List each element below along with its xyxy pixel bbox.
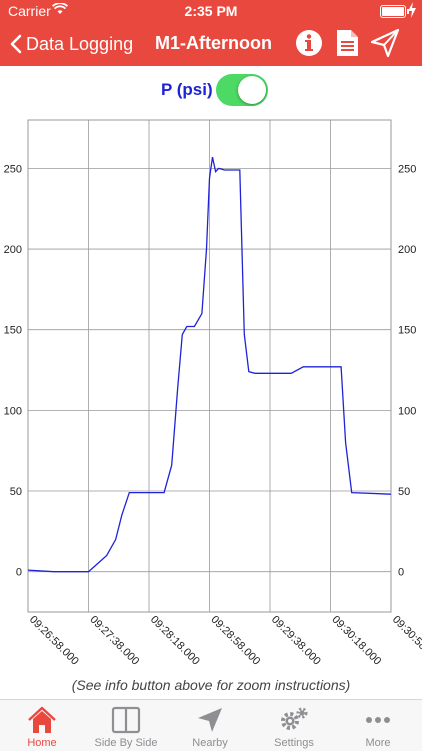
y-axis-right: 0 50 100 150 200 250 — [398, 163, 416, 578]
tab-settings[interactable]: Settings — [252, 700, 336, 751]
x-tick-label: 09:28:18.000 — [148, 614, 202, 668]
x-tick-label: 09:27:38.000 — [87, 614, 141, 668]
status-time: 2:35 PM — [184, 3, 238, 19]
x-tick-label: 09:30:58.000 — [390, 614, 422, 668]
back-button-label: Data Logging — [26, 33, 134, 54]
y-tick-label-right: 150 — [398, 325, 416, 337]
x-tick-label: 09:30:18.000 — [329, 614, 383, 668]
y-tick-label-left: 200 — [4, 244, 22, 256]
zoom-hint-text: (See info button above for zoom instruct… — [71, 677, 351, 693]
tab-home-label: Home — [27, 737, 57, 749]
series-toggle-switch[interactable] — [216, 74, 268, 106]
tab-home[interactable]: Home — [0, 700, 84, 751]
charging-icon — [408, 2, 416, 18]
chart-grid — [27, 119, 392, 613]
x-tick-label: 09:28:58.000 — [208, 614, 262, 668]
y-tick-label-right: 50 — [398, 486, 410, 498]
y-tick-label-left: 50 — [10, 486, 22, 498]
send-icon[interactable] — [370, 28, 400, 58]
back-button[interactable]: Data Logging — [10, 31, 133, 57]
series-toggle-row: P (psi) — [0, 70, 422, 108]
status-bar: Carrier 2:35 PM — [0, 0, 422, 22]
nearby-icon — [198, 708, 222, 732]
battery-icon — [380, 5, 409, 18]
y-tick-label-right: 200 — [398, 244, 416, 256]
tab-more[interactable]: More — [336, 700, 420, 751]
x-tick-label: 09:26:58.000 — [27, 614, 81, 668]
tab-side-by-side-label: Side By Side — [94, 737, 158, 749]
y-tick-label-right: 250 — [398, 163, 416, 175]
y-tick-label-left: 100 — [4, 405, 22, 417]
more-icon — [366, 717, 390, 723]
tab-side-by-side[interactable]: Side By Side — [84, 700, 168, 751]
x-axis: 09:26:58.000 09:27:38.000 09:28:18.000 09:2… — [27, 614, 422, 668]
info-icon[interactable] — [294, 28, 324, 58]
y-tick-label-right: 0 — [398, 567, 404, 579]
tab-nearby[interactable]: Nearby — [168, 700, 252, 751]
y-tick-label-left: 0 — [16, 567, 22, 579]
tab-more-label: More — [365, 737, 391, 749]
tab-nearby-label: Nearby — [192, 737, 228, 749]
pressure-line-chart[interactable]: 0 50 100 150 200 250 0 50 100 150 200 250 09:26:58… — [0, 115, 422, 675]
tab-bar: Home Side By Side Nearby Settings More — [0, 699, 422, 751]
document-icon[interactable] — [332, 28, 362, 58]
side-by-side-icon — [111, 706, 141, 734]
tab-settings-label: Settings — [274, 737, 314, 749]
y-tick-label-right: 100 — [398, 405, 416, 417]
page-title: M1-Afternoon — [155, 33, 272, 53]
settings-icon — [281, 707, 308, 730]
y-tick-label-left: 250 — [4, 163, 22, 175]
home-icon — [28, 706, 56, 733]
x-tick-label: 09:29:38.000 — [269, 614, 323, 668]
series-toggle-label: P (psi) — [161, 80, 213, 99]
chevron-left-icon — [10, 34, 22, 54]
y-tick-label-left: 150 — [4, 325, 22, 337]
navigation-bar: Data Logging M1-Afternoon — [0, 22, 422, 66]
y-axis-left: 0 50 100 150 200 250 — [4, 163, 22, 578]
